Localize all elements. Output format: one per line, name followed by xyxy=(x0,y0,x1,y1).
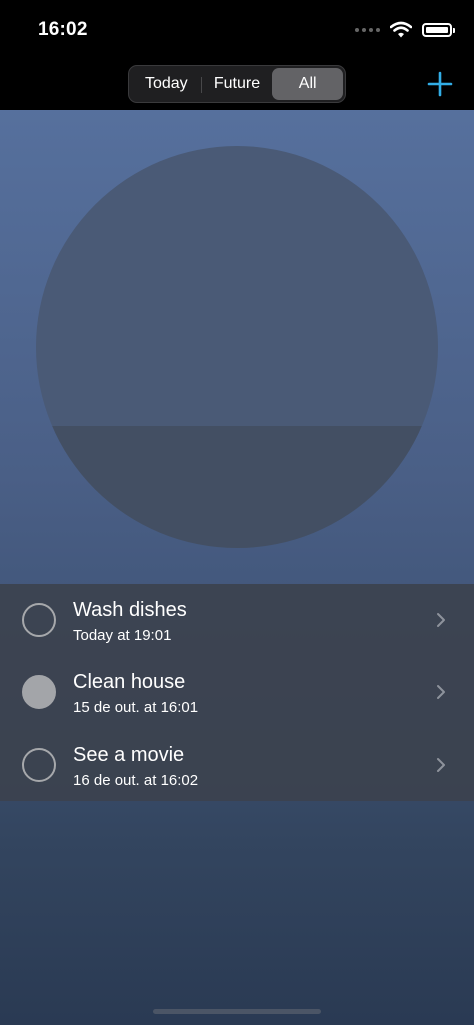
chevron-right-icon xyxy=(437,758,445,772)
checkbox-icon[interactable] xyxy=(22,748,56,782)
task-due-date: 16 de out. at 16:02 xyxy=(73,772,199,789)
task-title: Wash dishes xyxy=(73,599,187,621)
segment-future[interactable]: Future xyxy=(202,68,273,100)
segment-all[interactable]: All xyxy=(272,68,344,100)
task-title: Clean house xyxy=(73,671,186,693)
home-indicator[interactable] xyxy=(153,1009,321,1014)
task-due-date: Today at 19:01 xyxy=(73,627,172,644)
status-time: 16:02 xyxy=(38,19,88,40)
plus-icon[interactable] xyxy=(426,70,454,98)
signal-dots-icon xyxy=(355,28,380,32)
task-row[interactable]: See a movie 16 de out. at 16:02 xyxy=(0,729,474,801)
chevron-right-icon xyxy=(437,685,445,699)
status-icons xyxy=(355,20,455,40)
content-area: Wash dishes Today at 19:01 Clean house 1… xyxy=(0,110,474,1025)
filter-segmented-control: Today Future All xyxy=(128,65,346,103)
task-row[interactable]: Wash dishes Today at 19:01 xyxy=(0,584,474,656)
checkbox-icon[interactable] xyxy=(22,603,56,637)
chevron-right-icon xyxy=(437,613,445,627)
task-title: See a movie xyxy=(73,744,185,766)
wifi-icon xyxy=(390,21,412,38)
task-row[interactable]: Clean house 15 de out. at 16:01 xyxy=(0,656,474,728)
task-due-date: 15 de out. at 16:01 xyxy=(73,699,199,716)
top-bar: 16:02 Today Future All xyxy=(0,0,474,110)
battery-icon xyxy=(422,23,455,37)
checkbox-checked-icon[interactable] xyxy=(22,675,56,709)
task-list: Wash dishes Today at 19:01 Clean house 1… xyxy=(0,584,474,801)
progress-circle xyxy=(36,146,438,548)
progress-fill xyxy=(36,426,438,548)
segment-today[interactable]: Today xyxy=(131,68,202,100)
